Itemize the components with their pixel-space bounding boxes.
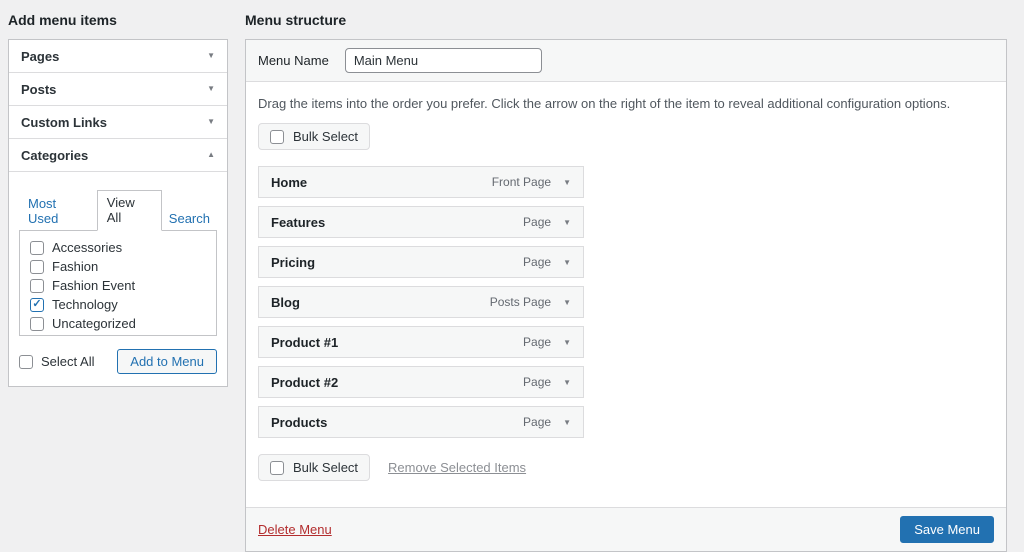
category-label: Fashion bbox=[52, 259, 99, 274]
category-checklist-item[interactable]: ✓ Uncategorized bbox=[20, 314, 216, 333]
menu-item-expand-icon[interactable]: ▼ bbox=[563, 418, 571, 427]
menu-item-label: Pricing bbox=[271, 254, 316, 270]
bulk-select-checkbox[interactable]: ✓ bbox=[270, 460, 284, 475]
category-label: Uncategorized bbox=[52, 316, 136, 331]
menu-structure-card: Menu Name Drag the items into the order … bbox=[245, 39, 1007, 552]
tab-search[interactable]: Search bbox=[162, 207, 217, 231]
menu-item-label: Product #1 bbox=[271, 334, 339, 350]
bulk-actions-row: ✓ Bulk Select Remove Selected Items bbox=[258, 454, 994, 481]
select-all-label: Select All bbox=[41, 354, 95, 369]
menu-item-type: Page bbox=[523, 255, 552, 269]
category-checkbox[interactable]: ✓ bbox=[30, 240, 44, 255]
menu-item-type: Page bbox=[523, 335, 552, 349]
add-menu-items-panel: Add menu items Pages ▼ Posts ▼ Custom Li… bbox=[8, 12, 228, 387]
add-menu-items-title: Add menu items bbox=[8, 12, 117, 28]
save-menu-button[interactable]: Save Menu bbox=[900, 516, 994, 543]
menu-item-label: Home bbox=[271, 174, 308, 190]
chevron-down-icon: ▼ bbox=[207, 51, 215, 60]
menu-item-expand-icon[interactable]: ▼ bbox=[563, 218, 571, 227]
chevron-up-icon: ▲ bbox=[207, 150, 215, 159]
categories-actions-row: ✓ Select All Add to Menu bbox=[19, 349, 217, 374]
menu-item-expand-icon[interactable]: ▼ bbox=[563, 258, 571, 267]
menu-item-row[interactable]: Product #2 Page ▼ bbox=[258, 366, 584, 398]
accordion-section-header-categories[interactable]: Categories ▲ bbox=[9, 139, 227, 172]
menu-item-row[interactable]: Products Page ▼ bbox=[258, 406, 584, 438]
category-checkbox[interactable]: ✓ bbox=[30, 278, 44, 293]
bulk-select-toggle-bottom[interactable]: ✓ Bulk Select bbox=[258, 454, 371, 481]
tab-most-used[interactable]: Most Used bbox=[21, 192, 97, 231]
add-to-menu-button[interactable]: Add to Menu bbox=[117, 349, 217, 374]
menu-body: Drag the items into the order you prefer… bbox=[246, 82, 1006, 493]
menu-item-row[interactable]: Home Front Page ▼ bbox=[258, 166, 584, 198]
category-checklist-item[interactable]: ✓ Fashion Event bbox=[20, 276, 216, 295]
menu-item-expand-icon[interactable]: ▼ bbox=[563, 378, 571, 387]
bulk-select-label: Bulk Select bbox=[293, 460, 359, 475]
chevron-down-icon: ▼ bbox=[207, 84, 215, 93]
menu-item-type: Front Page bbox=[491, 175, 552, 189]
menu-item-type: Page bbox=[523, 215, 552, 229]
remove-selected-items-link[interactable]: Remove Selected Items bbox=[388, 460, 526, 475]
menu-item-type: Posts Page bbox=[489, 295, 552, 309]
drag-instructions: Drag the items into the order you prefer… bbox=[258, 96, 951, 111]
menu-item-expand-icon[interactable]: ▼ bbox=[563, 338, 571, 347]
menu-item-row[interactable]: Product #1 Page ▼ bbox=[258, 326, 584, 358]
checkmark-icon: ✓ bbox=[32, 298, 42, 310]
menu-items-accordion: Pages ▼ Posts ▼ Custom Links ▼ Categorie… bbox=[8, 39, 228, 387]
menu-item-label: Blog bbox=[271, 294, 300, 310]
category-label: Technology bbox=[52, 297, 118, 312]
menu-name-input[interactable] bbox=[344, 48, 542, 73]
accordion-collapsed-sections: Pages ▼ Posts ▼ Custom Links ▼ bbox=[9, 40, 227, 139]
categories-panel: Most Used View All Search ✓ Accessories … bbox=[9, 172, 227, 386]
menu-item-type: Page bbox=[523, 375, 552, 389]
menu-name-row: Menu Name bbox=[246, 40, 1006, 82]
menu-item-expand-icon[interactable]: ▼ bbox=[563, 178, 571, 187]
menu-name-label: Menu Name bbox=[258, 53, 329, 68]
accordion-section-header[interactable]: Posts ▼ bbox=[9, 73, 227, 106]
menu-item-type: Page bbox=[523, 415, 552, 429]
accordion-section-label: Categories bbox=[21, 147, 89, 163]
menu-items-list: Home Front Page ▼ Features Page ▼ Pricin… bbox=[258, 166, 584, 438]
category-checkbox[interactable]: ✓ bbox=[30, 316, 44, 331]
category-label: Accessories bbox=[52, 240, 123, 255]
menu-item-label: Products bbox=[271, 414, 328, 430]
menu-footer: Delete Menu Save Menu bbox=[246, 507, 1006, 551]
accordion-section-label: Custom Links bbox=[21, 114, 107, 130]
category-checkbox[interactable]: ✓ bbox=[30, 297, 44, 312]
tab-view-all[interactable]: View All bbox=[96, 190, 162, 231]
menu-item-row[interactable]: Blog Posts Page ▼ bbox=[258, 286, 584, 318]
category-checklist-item[interactable]: ✓ Fashion bbox=[20, 257, 216, 276]
menu-structure-panel: Menu structure Menu Name Drag the items … bbox=[245, 12, 1007, 552]
category-checklist-item[interactable]: ✓ Technology bbox=[20, 295, 216, 314]
bulk-select-label: Bulk Select bbox=[293, 129, 359, 144]
accordion-section-label: Pages bbox=[21, 48, 60, 64]
menu-item-label: Product #2 bbox=[271, 374, 339, 390]
menu-item-label: Features bbox=[271, 214, 326, 230]
menu-item-row[interactable]: Pricing Page ▼ bbox=[258, 246, 584, 278]
category-label: Fashion Event bbox=[52, 278, 136, 293]
category-checklist-item[interactable]: ✓ Accessories bbox=[20, 238, 216, 257]
bulk-select-checkbox[interactable]: ✓ bbox=[270, 129, 284, 144]
menu-item-expand-icon[interactable]: ▼ bbox=[563, 298, 571, 307]
menu-structure-title: Menu structure bbox=[245, 12, 347, 28]
select-all-checkbox[interactable]: ✓ bbox=[19, 354, 33, 369]
chevron-down-icon: ▼ bbox=[207, 117, 215, 126]
categories-tabs: Most Used View All Search bbox=[19, 190, 217, 231]
select-all-control[interactable]: ✓ Select All bbox=[19, 354, 94, 369]
accordion-section-header[interactable]: Custom Links ▼ bbox=[9, 106, 227, 139]
accordion-section-header[interactable]: Pages ▼ bbox=[9, 40, 227, 73]
categories-checklist: ✓ Accessories ✓ Fashion ✓ Fashion Event bbox=[19, 230, 217, 336]
bulk-select-toggle-top[interactable]: ✓ Bulk Select bbox=[258, 123, 371, 150]
accordion-section-label: Posts bbox=[21, 81, 57, 97]
menu-item-row[interactable]: Features Page ▼ bbox=[258, 206, 584, 238]
category-checkbox[interactable]: ✓ bbox=[30, 259, 44, 274]
